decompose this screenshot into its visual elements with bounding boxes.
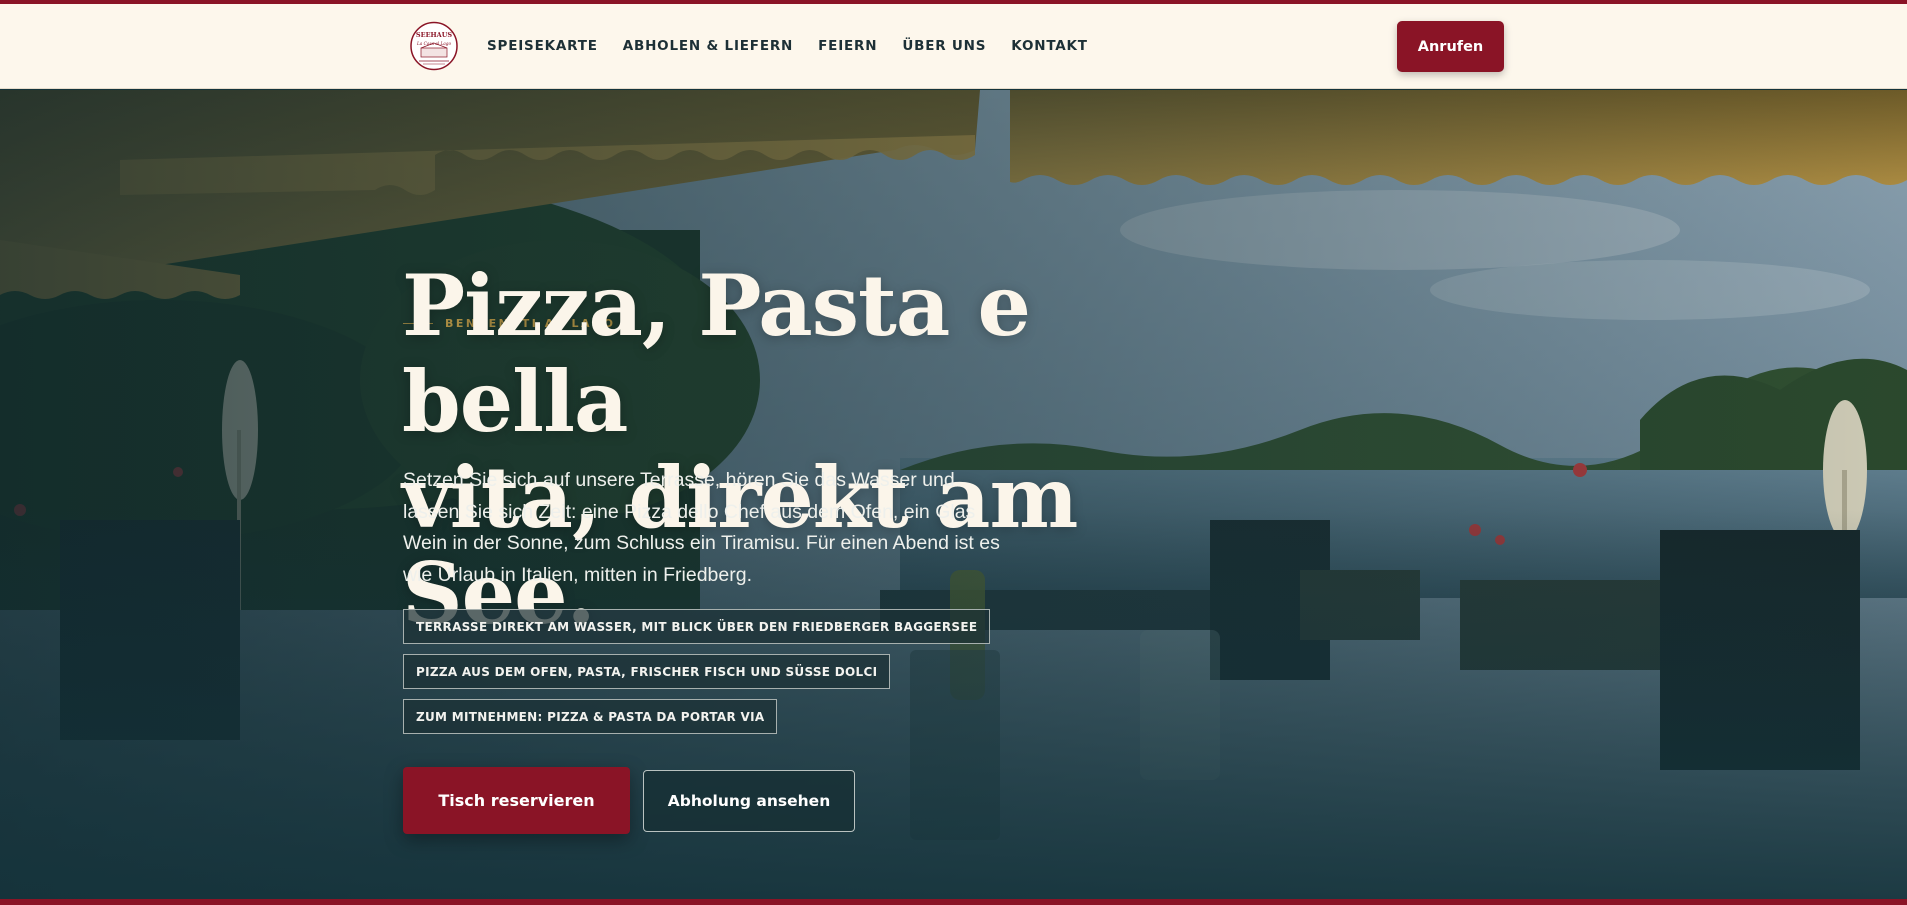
call-button[interactable]: Anrufen	[1397, 21, 1504, 72]
nav-item-speisekarte[interactable]: SPEISEKARTE	[487, 38, 598, 54]
main-nav: SPEISEKARTE ABHOLEN & LIEFERN FEIERN ÜBE…	[487, 38, 1113, 54]
nav-item-ueber-uns[interactable]: ÜBER UNS	[902, 38, 986, 54]
reserve-table-button[interactable]: Tisch reservieren	[403, 767, 630, 834]
hero-lead-text: Setzen Sie sich auf unsere Terrasse, hör…	[403, 469, 1000, 586]
site-header: SEEHAUS La Casa al Lago SPEISEKARTE ABHO…	[0, 4, 1907, 89]
feature-chip-terrace: TERRASSE DIREKT AM WASSER, MIT BLICK ÜBE…	[403, 609, 991, 644]
feature-chip-food: PIZZA AUS DEM OFEN, PASTA, FRISCHER FISC…	[403, 654, 891, 689]
headline-line-1: Pizza, Pasta e bella	[402, 256, 1031, 451]
bottom-accent-strip	[0, 899, 1907, 905]
nav-item-kontakt[interactable]: KONTAKT	[1011, 38, 1088, 54]
nav-item-feiern[interactable]: FEIERN	[818, 38, 877, 54]
nav-item-abholen-liefern[interactable]: ABHOLEN & LIEFERN	[623, 38, 793, 54]
logo-wordmark: SEEHAUS	[416, 31, 452, 39]
feature-chip-takeaway: ZUM MITNEHMEN: PIZZA & PASTA DA PORTAR V…	[403, 699, 778, 734]
view-pickup-button[interactable]: Abholung ansehen	[643, 770, 855, 832]
seehaus-logo[interactable]: SEEHAUS La Casa al Lago	[409, 21, 459, 72]
